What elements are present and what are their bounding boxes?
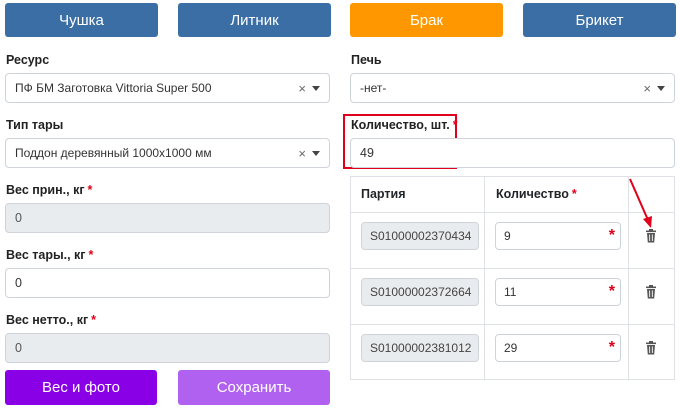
required-mark: * — [571, 187, 577, 201]
quantity-header: Количество * — [496, 187, 577, 201]
tab-litnik[interactable]: Литник — [178, 3, 331, 37]
save-button[interactable]: Сохранить — [178, 370, 330, 405]
row-quantity-value: 11 — [504, 285, 517, 299]
quantity-label: Количество, шт. * — [351, 118, 458, 132]
tab-briket[interactable]: Брикет — [523, 3, 676, 37]
tare-weight-input[interactable]: 0 — [5, 268, 330, 298]
batch-header: Партия — [361, 187, 406, 201]
table-row-quantity-input[interactable]: 29 * — [495, 334, 621, 362]
tare-weight-label-text: Вес тары., кг — [6, 248, 86, 262]
table-row-batch: S01000002381012 — [361, 334, 479, 362]
gross-weight-input: 0 — [5, 203, 330, 233]
required-mark: * — [87, 183, 93, 197]
row-quantity-value: 9 — [504, 229, 511, 243]
required-mark: * — [452, 118, 458, 132]
table-row-batch: S01000002370434 — [361, 222, 479, 250]
gross-weight-label-text: Вес прин., кг — [6, 183, 85, 197]
required-mark: * — [608, 339, 615, 356]
trash-icon[interactable] — [645, 341, 657, 355]
row-quantity-value: 29 — [504, 341, 518, 355]
net-weight-label-text: Вес нетто., кг — [6, 313, 89, 327]
trash-icon[interactable] — [645, 285, 657, 299]
container-type-select[interactable]: Поддон деревянный 1000x1000 мм × — [5, 138, 330, 168]
resource-label: Ресурс — [6, 53, 50, 67]
required-mark: * — [608, 283, 615, 300]
table-row-batch: S01000002372664 — [361, 278, 479, 306]
furnace-value: -нет- — [360, 81, 387, 95]
required-mark: * — [608, 227, 615, 244]
weigh-photo-button[interactable]: Вес и фото — [5, 370, 157, 405]
furnace-select[interactable]: -нет- × — [350, 73, 675, 103]
required-mark: * — [88, 248, 94, 262]
quantity-input[interactable]: 49 — [350, 138, 675, 168]
tab-brak[interactable]: Брак — [350, 3, 503, 37]
table-row-quantity-input[interactable]: 9 * — [495, 222, 621, 250]
net-weight-input: 0 — [5, 333, 330, 363]
chevron-down-icon[interactable] — [312, 85, 320, 91]
clear-icon[interactable]: × — [643, 81, 651, 96]
container-type-value: Поддон деревянный 1000x1000 мм — [15, 146, 212, 160]
tab-chushka[interactable]: Чушка — [5, 3, 158, 37]
table-row-quantity-input[interactable]: 11 * — [495, 278, 621, 306]
clear-icon[interactable]: × — [298, 146, 306, 161]
quantity-label-text: Количество, шт. — [351, 118, 450, 132]
annotation-arrow-icon — [629, 178, 652, 228]
chevron-down-icon[interactable] — [312, 150, 320, 156]
required-mark: * — [91, 313, 97, 327]
tare-weight-label: Вес тары., кг * — [6, 248, 93, 262]
furnace-label: Печь — [351, 53, 382, 67]
quantity-header-text: Количество — [496, 187, 569, 201]
gross-weight-label: Вес прин., кг * — [6, 183, 92, 197]
container-type-label: Тип тары — [6, 118, 64, 132]
net-weight-label: Вес нетто., кг * — [6, 313, 96, 327]
chevron-down-icon[interactable] — [657, 85, 665, 91]
resource-value: ПФ БМ Заготовка Vittoria Super 500 — [15, 81, 212, 95]
resource-select[interactable]: ПФ БМ Заготовка Vittoria Super 500 × — [5, 73, 330, 103]
clear-icon[interactable]: × — [298, 81, 306, 96]
